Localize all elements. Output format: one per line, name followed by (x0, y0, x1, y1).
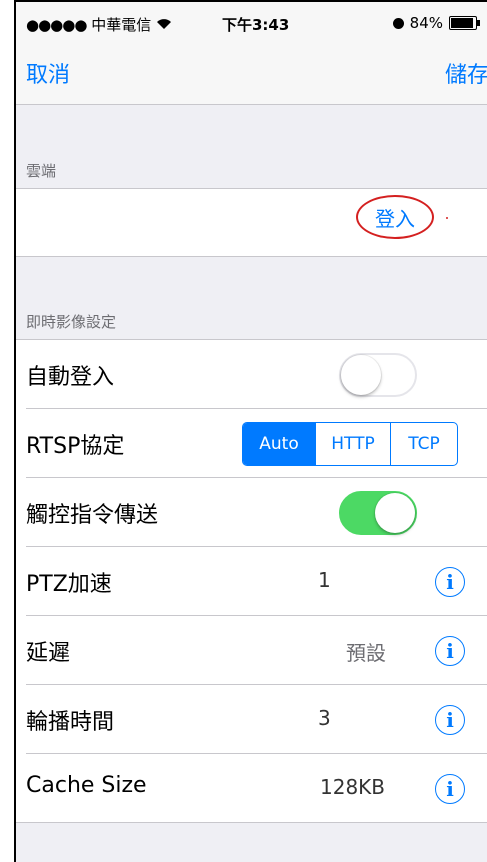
alarm-icon (392, 17, 404, 29)
login-button[interactable]: 登入 (356, 195, 434, 239)
signal-strength-icon: ●●●●● (26, 16, 87, 34)
navigation-bar: 取消 儲存 (16, 42, 487, 105)
row-cache-size[interactable]: Cache Size 128KB i (16, 754, 487, 823)
cancel-button[interactable]: 取消 (26, 57, 70, 89)
row-ptz-speed[interactable]: PTZ加速 1 i (16, 547, 487, 616)
rtsp-protocol-segmented-control: Auto HTTP TCP (242, 422, 458, 466)
info-icon[interactable]: i (435, 705, 465, 735)
segment-http[interactable]: HTTP (315, 423, 390, 465)
carousel-time-value: 3 (318, 706, 331, 730)
row-label: PTZ加速 (26, 572, 112, 597)
wifi-icon (156, 18, 172, 34)
row-delay[interactable]: 延遲 預設 i (16, 616, 487, 685)
touch-command-toggle[interactable] (339, 491, 417, 535)
row-rtsp-protocol: RTSP協定 Auto HTTP TCP (16, 409, 487, 478)
delay-value: 預設 (346, 641, 386, 665)
battery-info: 84% (392, 14, 480, 32)
section-header-live-video: 即時影像設定 (26, 313, 117, 331)
toggle-knob (375, 493, 415, 533)
battery-icon (449, 16, 480, 30)
status-time: 下午3:43 (222, 16, 290, 34)
toggle-knob (341, 355, 381, 395)
auto-login-toggle[interactable] (339, 353, 417, 397)
section-header-cloud: 雲端 (26, 162, 57, 180)
phone-screen: ●●●●● 中華電信 下午3:43 84% 取消 儲存 雲端 登入 即時影像設定… (14, 0, 487, 862)
cache-size-value: 128KB (320, 775, 386, 799)
row-label: 觸控指令傳送 (26, 503, 159, 528)
save-button[interactable]: 儲存 (445, 57, 487, 89)
row-label: RTSP協定 (26, 434, 125, 459)
row-label: 自動登入 (26, 365, 115, 390)
carrier-name: 中華電信 (91, 16, 152, 34)
battery-percent: 84% (409, 14, 443, 32)
row-label: 輪播時間 (26, 710, 115, 735)
annotation-mark (446, 217, 448, 219)
ptz-speed-value: 1 (318, 568, 331, 592)
status-bar: ●●●●● 中華電信 下午3:43 84% (16, 2, 487, 42)
info-icon[interactable]: i (435, 636, 465, 666)
row-label: Cache Size (26, 773, 147, 798)
carrier-info: ●●●●● 中華電信 (26, 14, 172, 35)
row-auto-login: 自動登入 (16, 340, 487, 409)
segment-auto[interactable]: Auto (243, 423, 315, 465)
row-carousel-time[interactable]: 輪播時間 3 i (16, 685, 487, 754)
info-icon[interactable]: i (435, 567, 465, 597)
login-label: 登入 (375, 206, 415, 231)
row-label: 延遲 (26, 641, 71, 666)
segment-tcp[interactable]: TCP (390, 423, 457, 465)
row-touch-command: 觸控指令傳送 (16, 478, 487, 547)
info-icon[interactable]: i (435, 774, 465, 804)
